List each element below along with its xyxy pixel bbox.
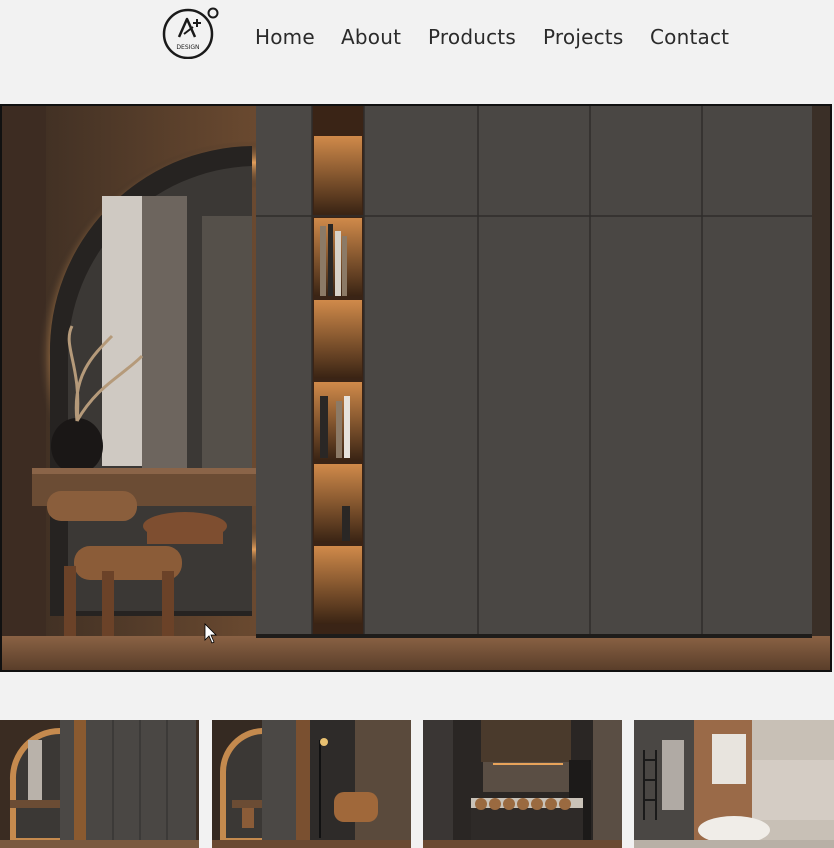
hero-image[interactable] (0, 104, 832, 672)
thumbnail-4[interactable] (634, 720, 834, 848)
thumbnail-3[interactable] (423, 720, 622, 848)
nav-products[interactable]: Products (428, 22, 516, 52)
nav-projects[interactable]: Projects (543, 22, 623, 52)
thumbnail-strip (0, 720, 834, 848)
logo-text: DESIGN (176, 44, 199, 51)
nav-home[interactable]: Home (255, 22, 315, 52)
logo[interactable]: DESIGN (162, 7, 220, 60)
nav-contact[interactable]: Contact (650, 22, 729, 52)
thumbnail-1[interactable] (0, 720, 199, 848)
thumbnail-2[interactable] (212, 720, 411, 848)
site-header: DESIGN Home About Products Projects Cont… (0, 0, 834, 100)
nav-about[interactable]: About (341, 22, 401, 52)
